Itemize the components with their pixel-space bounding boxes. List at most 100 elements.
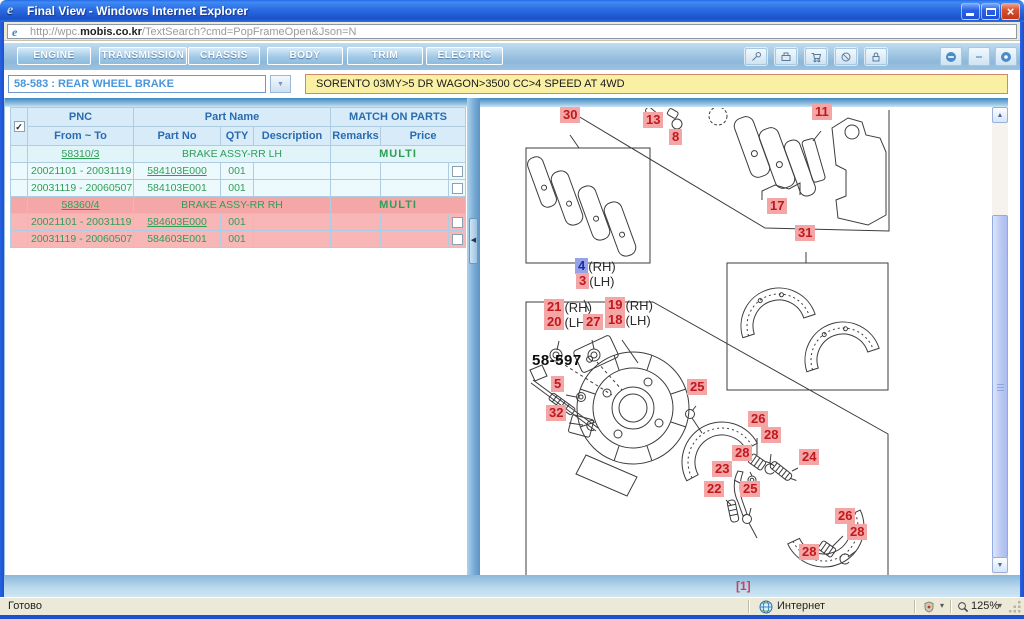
status-bar: Готово Интернет ▾ 125% ▾	[0, 597, 1024, 615]
diagram-label-22[interactable]: 22	[704, 481, 724, 497]
statusbar-separator	[950, 600, 952, 613]
diagram-label-28[interactable]: 28	[761, 427, 781, 443]
diagram-label-3[interactable]: 3(LH)	[576, 273, 615, 289]
match-flag: MULTI	[331, 197, 466, 214]
qty: 001	[221, 231, 254, 248]
from-to: 20021101 - 20031119	[28, 163, 134, 180]
col-description: Description	[254, 127, 331, 146]
col-from-to: From ~ To	[28, 127, 134, 146]
from-to: 20031119 - 20060507	[28, 231, 134, 248]
qty: 001	[221, 163, 254, 180]
title-bar: e Final View - Windows Internet Explorer…	[0, 0, 1024, 22]
group-row: 58360/4 BRAKE ASSY-RR RH MULTI	[11, 197, 466, 214]
diagram-label-19[interactable]: 19(RH)	[605, 297, 653, 313]
part-no-link[interactable]: 584603E000	[134, 214, 221, 231]
table-header-row-2: From ~ To Part No QTY Description Remark…	[11, 127, 466, 146]
part-no-link[interactable]: 584103E000	[134, 163, 221, 180]
diagram-label-13[interactable]: 13	[643, 112, 663, 128]
page-link[interactable]: [1]	[736, 579, 751, 593]
diagram-label-32[interactable]: 32	[546, 405, 566, 421]
diagram-label-21[interactable]: 21(RH)	[544, 299, 592, 315]
diagram-label-8[interactable]: 8	[669, 129, 682, 145]
tab-electric[interactable]: ELECTRIC	[426, 47, 503, 65]
diagram-label-27[interactable]: 27	[583, 314, 603, 330]
table-row: 20021101 - 20031119 584603E000 001	[11, 214, 466, 231]
expand-frame-button[interactable]	[995, 47, 1017, 66]
col-qty: QTY	[221, 127, 254, 146]
row-checkbox[interactable]	[452, 234, 463, 245]
statusbar-separator	[748, 600, 750, 613]
tab-chassis[interactable]: CHASSIS	[188, 47, 260, 65]
wrench-tool-button[interactable]	[745, 48, 767, 65]
table-row: 20031119 - 20060507 584103E001 001	[11, 180, 466, 197]
part-no: 584103E001	[134, 180, 221, 197]
qty: 001	[221, 214, 254, 231]
diagram-label-28[interactable]: 28	[799, 544, 819, 560]
diagram-label-30[interactable]: 30	[560, 107, 580, 123]
zoom-menu-arrow[interactable]: ▾	[998, 601, 1002, 610]
diagram-label-5[interactable]: 5	[551, 376, 564, 392]
cart-icon	[810, 51, 822, 63]
col-part-name: Part Name	[134, 108, 331, 127]
block-icon	[840, 51, 852, 63]
address-bar: e http://wpc.mobis.co.kr/TextSearch?cmd=…	[4, 22, 1020, 41]
lock-icon	[870, 51, 882, 63]
pnc-select[interactable]: 58-583 : REAR WHEEL BRAKE	[8, 75, 266, 93]
tab-transmission[interactable]: TRANSMISSION	[99, 47, 187, 65]
zoom-level[interactable]: 125%	[971, 600, 999, 612]
table-header-row-1: ✓ PNC Part Name MATCH ON PARTS	[11, 108, 466, 127]
lock-tool-button[interactable]	[865, 48, 887, 65]
diagram-label-11[interactable]: 11	[812, 104, 832, 120]
status-text: Готово	[8, 600, 42, 612]
diagram-label-26[interactable]: 26	[748, 411, 768, 427]
resize-grip[interactable]	[1009, 601, 1022, 614]
diagram-label-24[interactable]: 24	[799, 449, 819, 465]
pnc-link[interactable]: 58310/3	[28, 146, 134, 163]
diagram-label-4[interactable]: 4(RH)	[575, 258, 616, 274]
tab-engine[interactable]: ENGINE	[17, 47, 91, 65]
close-button[interactable]: ×	[1001, 3, 1020, 20]
row-checkbox[interactable]	[452, 183, 463, 194]
filter-row: 58-583 : REAR WHEEL BRAKE ▼ SORENTO 03MY…	[4, 70, 1020, 98]
qty: 001	[221, 180, 254, 197]
diagram-label-23[interactable]: 23	[712, 461, 732, 477]
window-border-right	[1020, 22, 1024, 615]
parts-table: ✓ PNC Part Name MATCH ON PARTS From ~ To…	[10, 107, 466, 248]
select-all-checkbox[interactable]: ✓	[14, 121, 25, 132]
row-checkbox[interactable]	[452, 166, 463, 177]
table-row: 20031119 - 20060507 584603E001 001	[11, 231, 466, 248]
pnc-select-arrow[interactable]: ▼	[270, 75, 291, 93]
diagram-label-28[interactable]: 28	[847, 524, 867, 540]
diagram-label-18[interactable]: 18(LH)	[605, 312, 651, 328]
diagram-label-17[interactable]: 17	[767, 198, 787, 214]
collapse-frame-button[interactable]	[940, 47, 962, 66]
pagination-bar: [1]	[4, 575, 1020, 597]
cart-tool-button[interactable]	[805, 48, 827, 65]
scroll-down-button[interactable]: ▼	[992, 557, 1008, 573]
from-to: 20021101 - 20031119	[28, 214, 134, 231]
diagram-label-25[interactable]: 25	[687, 379, 707, 395]
minimize-button[interactable]	[961, 3, 980, 20]
row-checkbox[interactable]	[452, 217, 463, 228]
scrollbar-thumb[interactable]	[992, 215, 1008, 558]
printer-tool-button[interactable]	[775, 48, 797, 65]
splitter-collapse-handle[interactable]: ◀	[469, 218, 478, 264]
diagram-label-25[interactable]: 25	[740, 481, 760, 497]
scroll-up-button[interactable]: ▲	[992, 107, 1008, 123]
diagram-label-28[interactable]: 28	[732, 445, 752, 461]
phishing-menu-arrow[interactable]: ▾	[940, 601, 944, 610]
block-tool-button[interactable]	[835, 48, 857, 65]
diagram-label-58-597: 58-597	[529, 353, 585, 369]
maximize-button[interactable]	[981, 3, 1000, 20]
pnc-link[interactable]: 58360/4	[28, 197, 134, 214]
diagram-labels: 301381117314(RH)3(LH)21(RH)20(LH)2719(RH…	[480, 98, 992, 575]
part-name: BRAKE ASSY-RR LH	[134, 146, 331, 163]
divider-frame-button[interactable]	[968, 47, 990, 66]
tab-trim[interactable]: TRIM	[347, 47, 423, 65]
diagram-label-26[interactable]: 26	[835, 508, 855, 524]
diagram-label-31[interactable]: 31	[795, 225, 815, 241]
parts-panel: ✓ PNC Part Name MATCH ON PARTS From ~ To…	[4, 98, 467, 575]
panel-splitter[interactable]: ◀	[467, 98, 480, 575]
address-input[interactable]: e http://wpc.mobis.co.kr/TextSearch?cmd=…	[7, 24, 1017, 39]
tab-body[interactable]: BODY	[267, 47, 343, 65]
